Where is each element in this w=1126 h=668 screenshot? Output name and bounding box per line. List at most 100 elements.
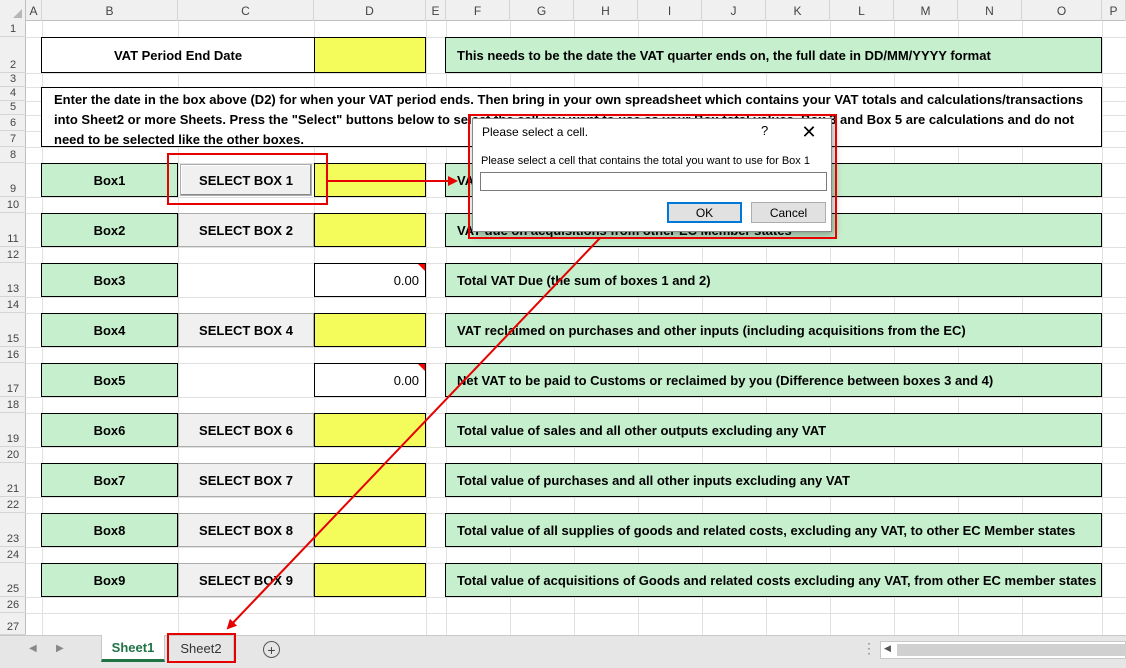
- row-header-21[interactable]: 21: [0, 463, 26, 497]
- row-header-4[interactable]: 4: [0, 87, 26, 101]
- row-header-15[interactable]: 15: [0, 313, 26, 347]
- row-header-26[interactable]: 26: [0, 597, 26, 613]
- tab-sheet1[interactable]: Sheet1: [101, 635, 165, 662]
- box-value-cell[interactable]: [314, 513, 426, 547]
- gridline: [26, 447, 1126, 448]
- column-header-p[interactable]: P: [1102, 0, 1126, 21]
- gridline: [26, 597, 1126, 598]
- box-value-cell[interactable]: [314, 213, 426, 247]
- period-end-note: This needs to be the date the VAT quarte…: [445, 37, 1102, 73]
- select-box-7-button[interactable]: SELECT BOX 7: [178, 463, 314, 497]
- column-header-a[interactable]: A: [26, 0, 42, 21]
- box-label: Box5: [41, 363, 178, 397]
- row-header-25[interactable]: 25: [0, 563, 26, 597]
- comment-indicator[interactable]: [418, 264, 425, 271]
- ok-button[interactable]: OK: [667, 202, 742, 223]
- box-value-cell[interactable]: [314, 463, 426, 497]
- row-header-20[interactable]: 20: [0, 447, 26, 463]
- box-label: Box9: [41, 563, 178, 597]
- box-description: Total VAT Due (the sum of boxes 1 and 2): [445, 263, 1102, 297]
- column-header-j[interactable]: J: [702, 0, 766, 21]
- row-header-18[interactable]: 18: [0, 397, 26, 413]
- cell-reference-input[interactable]: [480, 172, 827, 191]
- row-header-13[interactable]: 13: [0, 263, 26, 297]
- column-header-n[interactable]: N: [958, 0, 1022, 21]
- row-header-1[interactable]: 1: [0, 21, 26, 37]
- gridline: [26, 397, 1126, 398]
- row-header-3[interactable]: 3: [0, 73, 26, 87]
- column-header-m[interactable]: M: [894, 0, 958, 21]
- box-label: Box6: [41, 413, 178, 447]
- box-description: VAT reclaimed on purchases and other inp…: [445, 313, 1102, 347]
- add-sheet-icon[interactable]: +: [263, 641, 280, 658]
- row-header-2[interactable]: 2: [0, 37, 26, 73]
- gridline: [26, 297, 1126, 298]
- select-all-corner[interactable]: [0, 0, 26, 21]
- box-value-cell[interactable]: [314, 413, 426, 447]
- select-cell-dialog: Please select a cell. ? ✕ Please select …: [472, 118, 832, 232]
- cancel-button[interactable]: Cancel: [751, 202, 826, 223]
- help-icon[interactable]: ?: [761, 123, 768, 138]
- tab-scroll-left-icon[interactable]: ◀: [29, 643, 37, 654]
- column-header-c[interactable]: C: [178, 0, 314, 21]
- column-header-e[interactable]: E: [426, 0, 446, 21]
- column-header-d[interactable]: D: [314, 0, 426, 21]
- column-header-i[interactable]: I: [638, 0, 702, 21]
- column-header-g[interactable]: G: [510, 0, 574, 21]
- gridline: [26, 613, 1126, 614]
- select-box-8-button[interactable]: SELECT BOX 8: [178, 513, 314, 547]
- select-box-2-button[interactable]: SELECT BOX 2: [178, 213, 314, 247]
- select-box-6-button[interactable]: SELECT BOX 6: [178, 413, 314, 447]
- row-header-8[interactable]: 8: [0, 147, 26, 163]
- box-value-cell[interactable]: [314, 313, 426, 347]
- period-end-label: VAT Period End Date: [41, 37, 315, 73]
- column-header-k[interactable]: K: [766, 0, 830, 21]
- column-header-h[interactable]: H: [574, 0, 638, 21]
- column-header-b[interactable]: B: [42, 0, 178, 21]
- row-header-9[interactable]: 9: [0, 163, 26, 197]
- row-header-22[interactable]: 22: [0, 497, 26, 513]
- row-header-19[interactable]: 19: [0, 413, 26, 447]
- box-value-cell[interactable]: 0.00: [314, 263, 426, 297]
- select-box-4-button[interactable]: SELECT BOX 4: [178, 313, 314, 347]
- column-header-o[interactable]: O: [1022, 0, 1102, 21]
- comment-indicator[interactable]: [418, 364, 425, 371]
- gridline: [26, 347, 1126, 348]
- box-label: Box3: [41, 263, 178, 297]
- dialog-title: Please select a cell.: [482, 125, 589, 139]
- row-header-24[interactable]: 24: [0, 547, 26, 563]
- scroll-left-icon[interactable]: ◀: [884, 643, 891, 654]
- gridline: [26, 547, 1126, 548]
- splitter-handle-icon[interactable]: ⋮: [862, 640, 876, 657]
- gridline: [26, 247, 1126, 248]
- row-header-27[interactable]: 27: [0, 613, 26, 635]
- row-header-12[interactable]: 12: [0, 247, 26, 263]
- row-header-10[interactable]: 10: [0, 197, 26, 213]
- box-description: Net VAT to be paid to Customs or reclaim…: [445, 363, 1102, 397]
- box-value-cell[interactable]: [314, 563, 426, 597]
- box-value-cell[interactable]: 0.00: [314, 363, 426, 397]
- select-box-1-button[interactable]: SELECT BOX 1: [180, 164, 312, 196]
- tab-scroll-right-icon[interactable]: ▶: [56, 643, 64, 654]
- row-header-14[interactable]: 14: [0, 297, 26, 313]
- box-value-cell[interactable]: [314, 163, 426, 197]
- gridline: [26, 73, 1126, 74]
- gridline: [1102, 21, 1103, 635]
- row-header-16[interactable]: 16: [0, 347, 26, 363]
- row-header-23[interactable]: 23: [0, 513, 26, 547]
- row-header-6[interactable]: 6: [0, 115, 26, 131]
- column-header-f[interactable]: F: [446, 0, 510, 21]
- select-box-9-button[interactable]: SELECT BOX 9: [178, 563, 314, 597]
- row-header-17[interactable]: 17: [0, 363, 26, 397]
- row-header-11[interactable]: 11: [0, 213, 26, 247]
- gridline: [26, 497, 1126, 498]
- close-icon[interactable]: ✕: [795, 121, 823, 143]
- row-header-5[interactable]: 5: [0, 101, 26, 115]
- scrollbar-thumb[interactable]: [897, 644, 1126, 656]
- tab-sheet2[interactable]: Sheet2: [168, 635, 234, 662]
- column-header-l[interactable]: L: [830, 0, 894, 21]
- box-label: Box8: [41, 513, 178, 547]
- period-end-date-cell[interactable]: [314, 37, 426, 73]
- row-header-7[interactable]: 7: [0, 131, 26, 147]
- box-description: Total value of all supplies of goods and…: [445, 513, 1102, 547]
